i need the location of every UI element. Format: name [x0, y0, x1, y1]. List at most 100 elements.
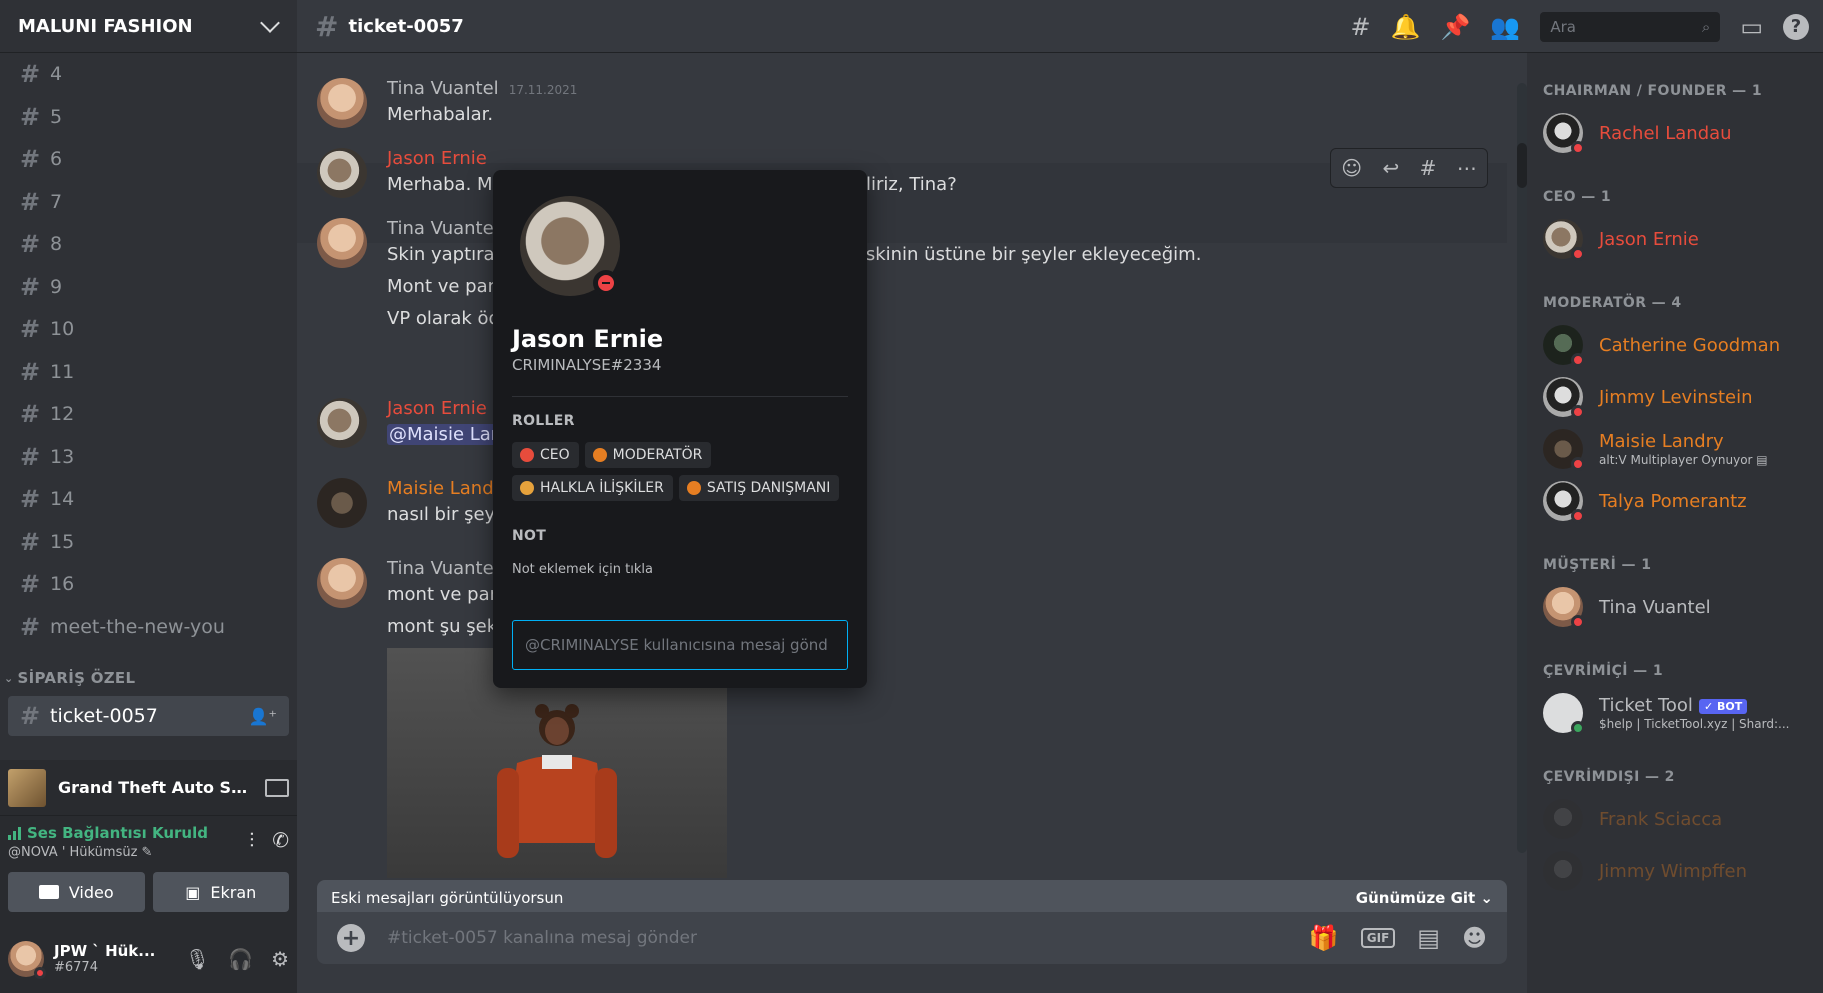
- channel-item[interactable]: #6: [0, 138, 297, 181]
- headphones-icon[interactable]: 🎧: [228, 947, 253, 971]
- channel-item[interactable]: #5: [0, 96, 297, 139]
- disconnect-icon[interactable]: ✆: [272, 828, 289, 852]
- more-icon[interactable]: ⋯: [1457, 156, 1477, 180]
- avatar[interactable]: [8, 940, 46, 979]
- member-item[interactable]: Talya Pomerantz: [1543, 475, 1807, 527]
- video-button[interactable]: Video: [8, 872, 145, 912]
- member-item[interactable]: Maisie Landry alt:V Multiplayer Oynuyor …: [1543, 423, 1807, 475]
- voice-status[interactable]: Ses Bağlantısı Kuruld: [8, 824, 208, 842]
- channel-item-active[interactable]: # ticket-0057 👤⁺: [8, 696, 289, 736]
- avatar[interactable]: [317, 478, 367, 528]
- channel-item[interactable]: #8: [0, 223, 297, 266]
- message-text: Merhabalar.: [387, 104, 494, 125]
- role-header: ÇEVRİMDIŞI — 2: [1543, 769, 1675, 785]
- avatar[interactable]: [317, 558, 367, 608]
- note-input[interactable]: Not eklemek için tıkla: [512, 562, 653, 577]
- add-member-icon[interactable]: 👤⁺: [249, 707, 277, 726]
- username: JPW ` Hük...: [54, 942, 156, 960]
- role-pill[interactable]: HALKLA İLİŞKİLER: [512, 475, 673, 501]
- hash-icon: #: [20, 400, 41, 429]
- message-author[interactable]: Tina Vuante: [387, 558, 494, 579]
- bell-icon[interactable]: 🔔: [1391, 13, 1421, 41]
- channel-item[interactable]: #4: [0, 53, 297, 96]
- pin-icon[interactable]: 📌: [1441, 13, 1471, 41]
- channel-item[interactable]: #14: [0, 478, 297, 521]
- voice-channel-name[interactable]: @NOVA ' Hükümsüz ✎: [8, 845, 208, 860]
- message-author[interactable]: Jason Ernie: [387, 398, 487, 419]
- channel-header: # ticket-0057 # 🔔 📌 👥 Ara ⌕ ▭ ?: [297, 0, 1823, 53]
- channel-item[interactable]: #11: [0, 351, 297, 394]
- thread-icon[interactable]: #: [1420, 156, 1437, 180]
- divider: [512, 396, 848, 397]
- hash-icon: #: [20, 702, 41, 730]
- scrollbar-thumb[interactable]: [1517, 143, 1527, 188]
- gift-icon[interactable]: 🎁: [1309, 924, 1339, 952]
- role-color-dot: [520, 481, 534, 495]
- screen-share-icon[interactable]: [265, 778, 289, 797]
- channel-item[interactable]: # meet-the-new-you: [0, 606, 297, 649]
- member-activity: $help | TicketTool.xyz | Shard:...: [1599, 717, 1790, 731]
- emoji-icon[interactable]: ☻: [1462, 924, 1487, 952]
- member-item[interactable]: Jason Ernie: [1543, 213, 1807, 265]
- dm-input[interactable]: [525, 636, 835, 654]
- role-pill[interactable]: SATIŞ DANIŞMANI: [678, 475, 840, 501]
- scrollbar[interactable]: [1517, 83, 1527, 853]
- hash-icon: #: [20, 570, 41, 599]
- channel-item[interactable]: #10: [0, 308, 297, 351]
- avatar: [1543, 481, 1585, 523]
- hash-icon: #: [20, 315, 41, 344]
- plus-icon[interactable]: +: [337, 924, 365, 952]
- message-input[interactable]: [387, 928, 1309, 948]
- avatar[interactable]: [317, 218, 367, 268]
- microphone-icon[interactable]: 🎙: [185, 947, 210, 971]
- inbox-icon[interactable]: ▭: [1740, 13, 1763, 41]
- channel-sidebar: MALUNI FASHION #4 #5 #6 #7 #8 #9 #10 #11…: [0, 0, 297, 993]
- sticker-icon[interactable]: ▤: [1417, 924, 1440, 952]
- member-item[interactable]: Jimmy Wimpffen: [1543, 845, 1807, 897]
- category-siparis-ozel[interactable]: ⌄ SİPARİŞ ÖZEL: [0, 660, 297, 696]
- channel-item[interactable]: #12: [0, 393, 297, 436]
- member-item[interactable]: Jimmy Levinstein: [1543, 371, 1807, 423]
- screen-button[interactable]: ▣ Ekran: [152, 872, 289, 912]
- note-header: NOT: [512, 528, 547, 544]
- camera-icon: [38, 885, 59, 899]
- member-item[interactable]: Catherine Goodman: [1543, 319, 1807, 371]
- character-render-image: [497, 704, 617, 858]
- message-author[interactable]: Tina Vuantel: [387, 78, 499, 99]
- help-icon[interactable]: ?: [1783, 13, 1809, 40]
- member-item[interactable]: Tina Vuantel: [1543, 581, 1807, 633]
- server-header[interactable]: MALUNI FASHION: [0, 0, 297, 53]
- message-author[interactable]: Jason Ernie: [387, 148, 487, 169]
- channel-item[interactable]: #9: [0, 266, 297, 309]
- threads-icon[interactable]: #: [1351, 13, 1371, 41]
- old-messages-bar: Eski mesajları görüntülüyorsun Günümüze …: [317, 880, 1507, 916]
- bot-tag: ✓ BOT: [1698, 698, 1748, 714]
- avatar[interactable]: [317, 398, 367, 448]
- channel-item[interactable]: #7: [0, 181, 297, 224]
- channel-item[interactable]: #15: [0, 521, 297, 564]
- jump-to-present-button[interactable]: Günümüze Git ⌄: [1356, 889, 1493, 907]
- member-name: Ticket Tool ✓ BOT: [1599, 695, 1789, 716]
- channel-item[interactable]: #16: [0, 563, 297, 606]
- avatar[interactable]: [317, 78, 367, 128]
- user-mention[interactable]: @Maisie Lar: [387, 424, 501, 445]
- channel-item[interactable]: #13: [0, 436, 297, 479]
- message-author[interactable]: Maisie Landr: [387, 478, 501, 499]
- member-item[interactable]: Rachel Landau: [1543, 107, 1807, 159]
- avatar[interactable]: [317, 148, 367, 198]
- search-input[interactable]: Ara ⌕: [1540, 11, 1721, 42]
- gif-button[interactable]: GIF: [1360, 928, 1396, 948]
- avatar: [1543, 377, 1585, 419]
- member-item[interactable]: Ticket Tool ✓ BOT $help | TicketTool.xyz …: [1543, 687, 1807, 739]
- member-list-icon[interactable]: 👥: [1490, 13, 1520, 41]
- member-item[interactable]: Frank Sciacca: [1543, 793, 1807, 845]
- role-header: CHAIRMAN / FOUNDER — 1: [1543, 83, 1762, 99]
- role-pill[interactable]: MODERATÖR: [584, 442, 712, 468]
- noise-suppression-icon[interactable]: ⫶: [249, 828, 254, 852]
- reply-icon[interactable]: ↩: [1382, 156, 1399, 180]
- message-author[interactable]: Tina Vuante: [387, 218, 494, 239]
- add-reaction-icon[interactable]: ☺: [1341, 156, 1362, 180]
- gear-icon[interactable]: ⚙: [271, 947, 289, 971]
- hash-icon: #: [20, 442, 41, 471]
- role-pill[interactable]: CEO: [512, 442, 579, 468]
